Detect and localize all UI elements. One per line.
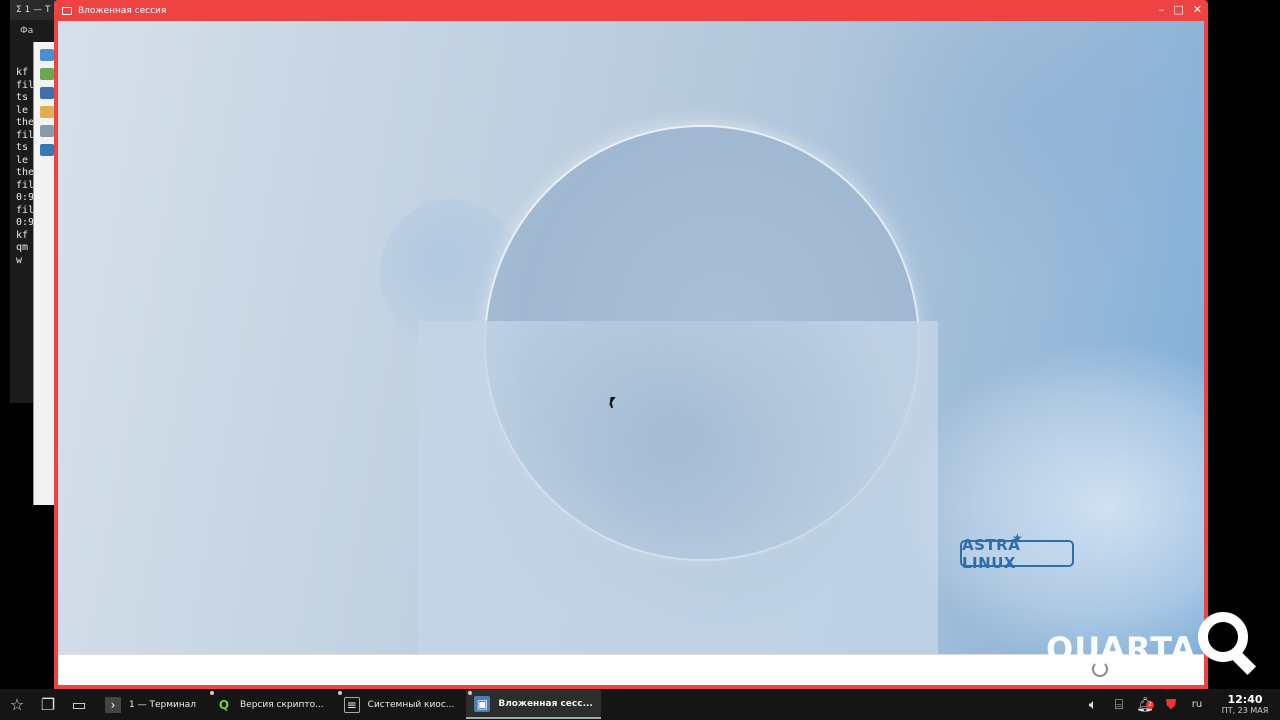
nested-session-icon: ▣	[474, 695, 491, 712]
window-controls: – □ ✕	[1159, 3, 1202, 16]
terminal-title: 1 — Т	[24, 5, 51, 15]
session-desktop[interactable]: ★ ASTRA LINUX	[58, 21, 1204, 685]
wallpaper-cloud	[898, 341, 1204, 671]
task-label: Системный киос...	[367, 699, 455, 710]
file-manager-icon[interactable]: ▭	[65, 691, 93, 719]
wallpaper-mist	[418, 321, 938, 681]
running-indicator	[337, 691, 342, 695]
session-titlebar[interactable]: Вложенная сессия	[54, 0, 1208, 21]
qgis-icon: Q	[218, 697, 230, 712]
task-label: Вложенная сесс...	[498, 698, 593, 709]
astra-linux-logo: ASTRA LINUX	[960, 536, 1074, 572]
volume-icon[interactable]: 🔈︎	[1080, 697, 1106, 713]
atom-icon[interactable]	[40, 125, 54, 137]
nested-session-window[interactable]: Вложенная сессия – □ ✕ ★ ASTRA LINUX	[54, 0, 1208, 689]
pencil-icon[interactable]	[40, 68, 54, 80]
session-title: Вложенная сессия	[78, 5, 167, 16]
running-indicator	[468, 691, 473, 695]
tools-icon[interactable]	[40, 144, 54, 156]
network-icon[interactable]: ⌸	[1106, 697, 1132, 713]
folder-icon[interactable]	[40, 106, 54, 118]
session-bottom-panel	[58, 654, 1204, 685]
clock-time: 12:40	[1227, 692, 1263, 706]
system-tray: 🔈︎ ⌸ 🔔︎ 2 ⛊ ru 12:40 ПТ, 23 МАЯ	[1080, 689, 1280, 720]
session-window-icon	[62, 6, 72, 15]
task-nested-session[interactable]: ▣ Вложенная сесс...	[466, 690, 601, 719]
keyboard-layout-indicator[interactable]: ru	[1184, 699, 1210, 710]
quarta-watermark: QUARTA	[1046, 630, 1197, 668]
task-label: Версия скрипто...	[240, 699, 324, 710]
taskbar: ☆ ❐ ▭ › 1 — Терминал Q Версия скрипто...…	[0, 689, 1280, 720]
terminal-icon: ›	[105, 696, 121, 713]
start-menu-star-icon[interactable]: ☆	[3, 691, 31, 719]
minimize-icon[interactable]: –	[1159, 3, 1165, 16]
monitor-icon[interactable]	[40, 49, 54, 61]
task-label: 1 — Терминал	[129, 699, 196, 710]
maximize-icon[interactable]: □	[1173, 3, 1183, 16]
background-file-manager[interactable]	[33, 42, 55, 505]
clock[interactable]: 12:40 ПТ, 23 МАЯ	[1210, 694, 1280, 716]
kiosk-icon: ≡	[343, 696, 360, 713]
security-shield-icon[interactable]: ⛊	[1158, 697, 1184, 713]
task-terminal[interactable]: › 1 — Терминал	[97, 690, 204, 719]
notifications-icon[interactable]: 🔔︎ 2	[1132, 697, 1158, 713]
quarta-q-logo-icon	[1198, 612, 1248, 662]
task-kiosk[interactable]: ≡ Системный киос...	[336, 690, 463, 719]
clock-date: ПТ, 23 МАЯ	[1221, 705, 1269, 715]
notification-badge: 2	[1146, 700, 1154, 709]
close-icon[interactable]: ✕	[1193, 3, 1202, 16]
task-qgis[interactable]: Q Версия скрипто...	[208, 690, 332, 719]
home-icon[interactable]	[40, 87, 54, 99]
running-indicator	[210, 691, 214, 695]
window-switcher-icon[interactable]: ❐	[34, 691, 62, 719]
